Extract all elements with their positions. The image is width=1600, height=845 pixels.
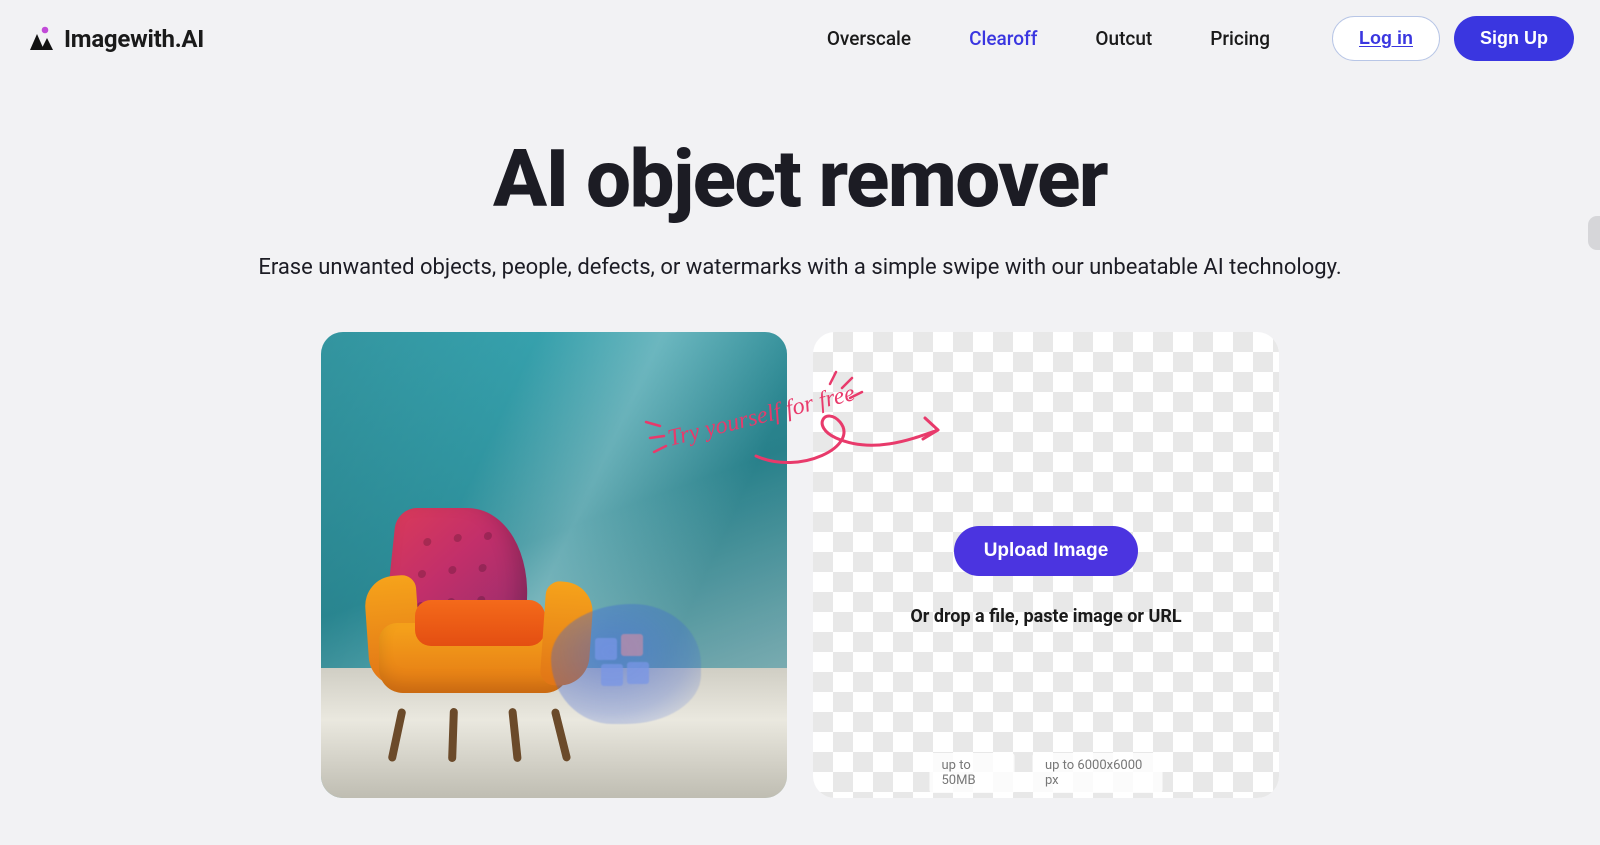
upload-image-button[interactable]: Upload Image [954,526,1139,576]
header: Imagewith.AI Overscale Clearoff Outcut P… [0,0,1600,77]
nav-links: Overscale Clearoff Outcut Pricing [827,27,1270,50]
upload-limits: up to 50MB up to 6000x6000 px [930,753,1163,793]
auth-buttons: Log in Sign Up [1332,16,1574,61]
armchair-illustration [371,508,591,738]
nav-link-outcut[interactable]: Outcut [1095,27,1152,50]
hero: AI object remover Erase unwanted objects… [0,137,1600,284]
limit-size: up to 50MB [930,753,1015,793]
logo-icon [26,26,54,52]
limit-dimensions: up to 6000x6000 px [1033,753,1163,793]
login-button[interactable]: Log in [1332,16,1440,61]
nav-link-overscale[interactable]: Overscale [827,27,911,50]
signup-button[interactable]: Sign Up [1454,16,1574,61]
logo[interactable]: Imagewith.AI [26,25,204,53]
logo-text: Imagewith.AI [64,25,204,53]
nav-link-clearoff[interactable]: Clearoff [969,27,1037,50]
demo-panels: Try yourself for free [0,332,1600,798]
nav-link-pricing[interactable]: Pricing [1210,27,1270,50]
side-tab-handle[interactable] [1588,216,1600,250]
erase-brush-mark [551,604,701,724]
sample-scene [321,332,787,798]
drop-hint-text: Or drop a file, paste image or URL [910,606,1181,627]
hero-subtitle: Erase unwanted objects, people, defects,… [40,251,1560,284]
hero-title: AI object remover [40,137,1560,221]
nav-right: Overscale Clearoff Outcut Pricing Log in… [827,16,1574,61]
upload-panel[interactable]: Upload Image Or drop a file, paste image… [813,332,1279,798]
sample-image-panel [321,332,787,798]
